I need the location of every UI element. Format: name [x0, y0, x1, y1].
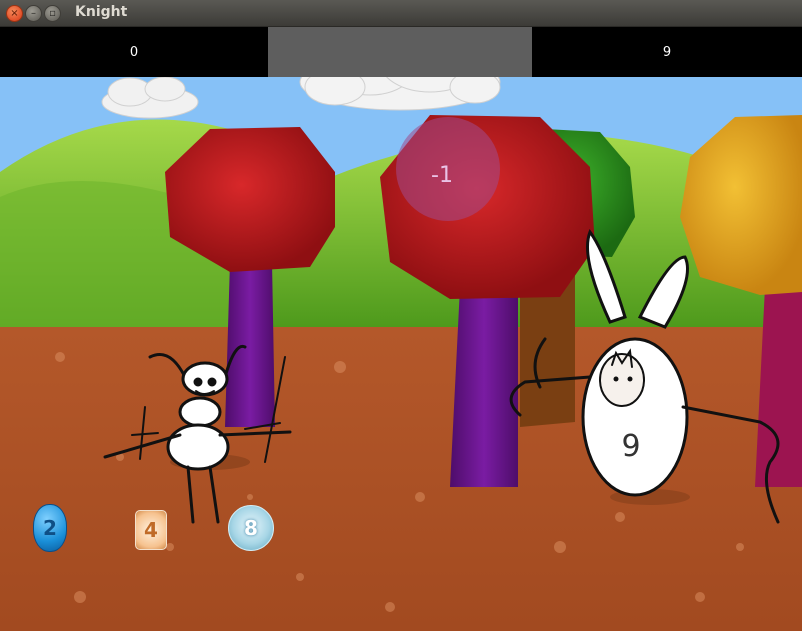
tree-trunk-purple-left [225, 262, 275, 427]
close-icon[interactable]: × [6, 5, 23, 22]
scene-artwork [0, 77, 802, 631]
minimize-icon[interactable]: – [25, 5, 42, 22]
hud-middle-panel [268, 27, 532, 77]
maximize-icon[interactable]: ▫ [44, 5, 61, 22]
hud-left-score: 0 [129, 44, 139, 60]
orb-token-ice[interactable]: 8 [228, 505, 274, 551]
enemy-number-label: 9 [621, 429, 641, 464]
ground [0, 327, 802, 631]
game-scene[interactable]: -1 9 2 4 8 [0, 77, 802, 631]
tree-trunk-purple-middle [450, 287, 518, 487]
window-title: Knight [75, 4, 128, 20]
gem-token-amber[interactable]: 4 [135, 510, 167, 550]
hud-right-score: 9 [662, 44, 672, 60]
floating-damage-text: -1 [431, 163, 453, 188]
window-titlebar: × – ▫ Knight [0, 0, 802, 27]
gem-token-blue[interactable]: 2 [33, 504, 67, 552]
hud-bar: 0 9 [0, 27, 802, 77]
